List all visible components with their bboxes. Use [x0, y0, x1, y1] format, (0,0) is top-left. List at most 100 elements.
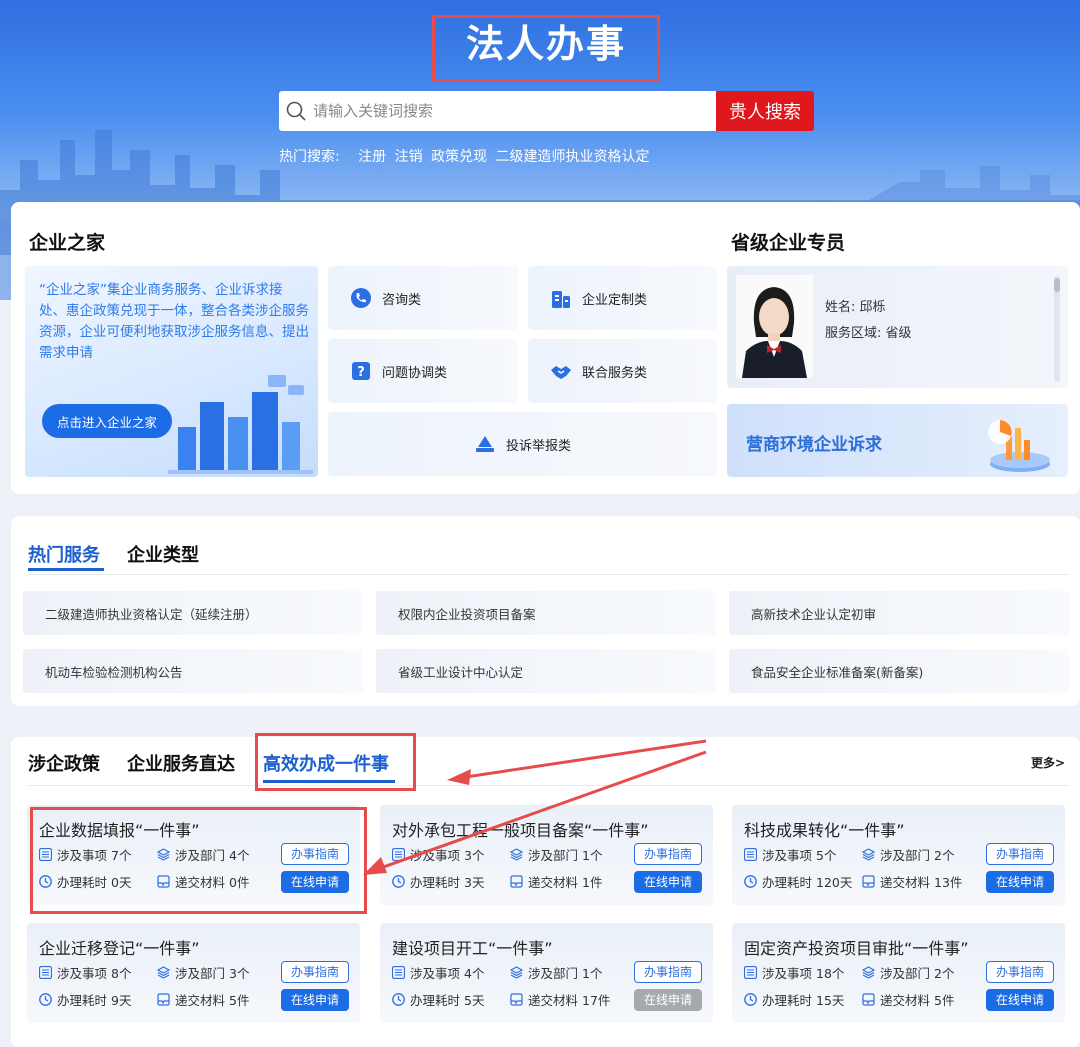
category-coordination[interactable]: ? 问题协调类 [328, 339, 518, 403]
meta-value: 3天 [464, 875, 485, 890]
card-title: 建设项目开工“一件事” [392, 939, 553, 958]
commissioner-area: 省级 [885, 326, 912, 341]
meta-value: 2个 [934, 966, 955, 981]
category-custom[interactable]: 企业定制类 [528, 266, 717, 330]
one-thing-card[interactable]: 对外承包工程一般项目备案“一件事” 涉及事项 3个 涉及部门 1个 办理耗时 3天 递交材料 1… [380, 805, 713, 905]
meta-label: 涉及部门 [528, 966, 579, 981]
enterprise-home-intro-card: “企业之家”集企业商务服务、企业诉求接处、惠企政策兑现于一体，整合各类涉企服务资… [25, 266, 318, 477]
card-title: 科技成果转化“一件事” [744, 821, 905, 840]
meta-label: 涉及部门 [880, 848, 931, 863]
hot-services-panel: 热门服务 企业类型 二级建造师执业资格认定（延续注册） 权限内企业投资项目备案 … [11, 516, 1080, 706]
card-time: 办理耗时 9天 [39, 990, 131, 1009]
list-icon [392, 966, 410, 979]
category-complaint[interactable]: 投诉举报类 [328, 412, 717, 476]
meta-value: 4个 [464, 966, 485, 981]
card-depts-count: 涉及部门 2个 [862, 845, 954, 864]
tab-service-direct[interactable]: 企业服务直达 [127, 750, 235, 776]
guide-button[interactable]: 办事指南 [281, 961, 349, 983]
meta-label: 涉及部门 [175, 966, 226, 981]
business-appeal-card[interactable]: 营商环境企业诉求 [727, 404, 1068, 477]
meta-label: 涉及部门 [528, 848, 579, 863]
handshake-icon [550, 360, 572, 382]
service-link[interactable]: 高新技术企业认定初审 [729, 591, 1069, 635]
tab-hot-services[interactable]: 热门服务 [28, 541, 100, 567]
category-label: 投诉举报类 [505, 438, 571, 454]
search-icon [285, 100, 307, 122]
category-label: 企业定制类 [582, 292, 648, 308]
guide-button[interactable]: 办事指南 [634, 961, 702, 983]
guide-button[interactable]: 办事指南 [986, 843, 1054, 865]
meta-value: 1个 [582, 966, 603, 981]
divider [28, 574, 1070, 575]
meta-value: 5天 [464, 993, 485, 1008]
card-time: 办理耗时 120天 [744, 872, 852, 891]
meta-label: 递交材料 [175, 993, 226, 1008]
one-thing-card[interactable]: 科技成果转化“一件事” 涉及事项 5个 涉及部门 2个 办理耗时 120天 递交材料 13件 办事… [732, 805, 1065, 905]
meta-value: 3个 [229, 966, 250, 981]
meta-label: 办理耗时 [410, 993, 461, 1008]
card-materials: 递交材料 1件 [510, 872, 602, 891]
scrollbar-thumb[interactable] [1054, 278, 1060, 292]
service-link[interactable]: 省级工业设计中心认定 [376, 649, 716, 693]
apply-online-button[interactable]: 在线申请 [281, 989, 349, 1011]
search-button[interactable]: 贵人搜索 [716, 91, 814, 131]
document-icon [510, 875, 528, 888]
hot-search-link[interactable]: 注销 [395, 149, 423, 165]
apply-online-button[interactable]: 在线申请 [986, 871, 1054, 893]
page-title: 法人办事 [465, 22, 626, 66]
service-link[interactable]: 二级建造师执业资格认定（延续注册） [23, 591, 363, 635]
tab-enterprise-policy[interactable]: 涉企政策 [28, 750, 100, 776]
business-appeal-label: 营商环境企业诉求 [746, 435, 882, 455]
meta-value: 5件 [934, 993, 955, 1008]
meta-value: 1个 [582, 848, 603, 863]
card-title: 对外承包工程一般项目备案“一件事” [392, 821, 649, 840]
clock-icon [392, 875, 410, 888]
search-box[interactable] [279, 91, 717, 131]
meta-label: 涉及事项 [57, 966, 108, 981]
document-icon [862, 993, 880, 1006]
document-icon [862, 875, 880, 888]
category-label: 咨询类 [382, 292, 422, 308]
one-thing-card[interactable]: 企业迁移登记“一件事” 涉及事项 8个 涉及部门 3个 办理耗时 9天 递交材料 5件 办事指南在… [27, 923, 360, 1023]
meta-value: 8个 [111, 966, 132, 981]
more-link[interactable]: 更多> [1031, 754, 1065, 771]
card-depts-count: 涉及部门 2个 [862, 963, 954, 982]
category-joint-service[interactable]: 联合服务类 [528, 339, 717, 403]
category-label: 问题协调类 [382, 365, 448, 381]
card-highlight-box [30, 807, 367, 914]
hot-search-link[interactable]: 注册 [358, 149, 386, 165]
one-thing-card[interactable]: 建设项目开工“一件事” 涉及事项 4个 涉及部门 1个 办理耗时 5天 递交材料 17件 办事指南… [380, 923, 713, 1023]
apply-online-button[interactable]: 在线申请 [634, 871, 702, 893]
card-materials: 递交材料 5件 [157, 990, 249, 1009]
one-thing-card[interactable]: 固定资产投资项目审批“一件事” 涉及事项 18个 涉及部门 2个 办理耗时 15天 递交材料 5… [732, 923, 1065, 1023]
apply-online-button[interactable]: 在线申请 [986, 989, 1054, 1011]
tab-enterprise-type[interactable]: 企业类型 [127, 541, 199, 567]
clock-icon [744, 993, 762, 1006]
hot-search-link[interactable]: 二级建造师执业资格认定 [496, 149, 650, 165]
search-input[interactable] [313, 102, 693, 120]
layers-icon [157, 966, 175, 979]
card-time: 办理耗时 15天 [744, 990, 844, 1009]
service-link[interactable]: 权限内企业投资项目备案 [376, 591, 716, 635]
list-icon [39, 966, 57, 979]
commissioner-scrollbar[interactable] [1054, 276, 1060, 382]
service-link[interactable]: 食品安全企业标准备案(新备案) [729, 649, 1069, 693]
meta-value: 5个 [816, 848, 837, 863]
apply-online-button[interactable]: 在线申请 [634, 989, 702, 1011]
meta-value: 120天 [816, 875, 853, 890]
meta-label: 涉及部门 [880, 966, 931, 981]
card-items-count: 涉及事项 3个 [392, 845, 484, 864]
guide-button[interactable]: 办事指南 [986, 961, 1054, 983]
hot-search-bar: 热门搜索: 注册 注销 政策兑现 二级建造师执业资格认定 [279, 146, 654, 166]
category-consult[interactable]: 咨询类 [328, 266, 518, 330]
card-materials: 递交材料 17件 [510, 990, 610, 1009]
card-depts-count: 涉及部门 1个 [510, 963, 602, 982]
guide-button[interactable]: 办事指南 [634, 843, 702, 865]
service-link[interactable]: 机动车检验检测机构公告 [23, 649, 363, 693]
commissioner-photo [736, 275, 813, 378]
layers-icon [862, 966, 880, 979]
layers-icon [510, 848, 528, 861]
card-items-count: 涉及事项 5个 [744, 845, 836, 864]
commissioner-area-label: 服务区域: [825, 326, 882, 341]
hot-search-link[interactable]: 政策兑现 [431, 149, 487, 165]
